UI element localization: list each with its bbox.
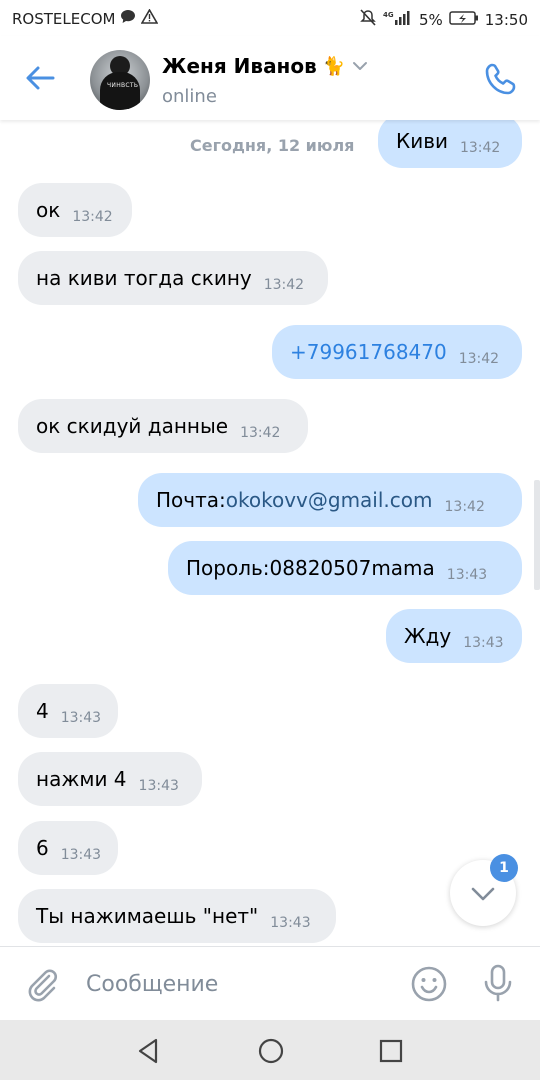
message-text: 4	[36, 699, 49, 723]
battery-percent: 5%	[418, 10, 443, 29]
status-time: 13:50	[484, 10, 528, 29]
message-time: 13:42	[240, 425, 281, 441]
message-time: 13:42	[444, 499, 485, 515]
message-text: 6	[36, 836, 49, 860]
voice-message-button[interactable]	[480, 963, 516, 1003]
nav-home-button[interactable]	[256, 1036, 286, 1066]
contact-emoji: 🐈	[322, 55, 346, 77]
contact-status: online	[162, 86, 217, 107]
message-incoming[interactable]: Ты нажимаешь "нет" 13:43	[18, 889, 336, 943]
chevron-down-icon	[353, 62, 368, 70]
message-text: Пороль:08820507mama	[186, 556, 435, 580]
status-bar-left: ROSTELECOM	[12, 8, 159, 28]
message-text: нажми 4	[36, 767, 127, 791]
nav-recent-button[interactable]	[376, 1036, 406, 1066]
message-time: 13:42	[263, 277, 305, 293]
back-button[interactable]	[22, 60, 58, 96]
paperclip-icon	[28, 969, 57, 1002]
phone-icon	[485, 63, 516, 95]
message-time: 13:43	[60, 710, 102, 726]
status-bar: ROSTELECOM 4G 5% 13:50	[0, 0, 540, 36]
svg-text:4G: 4G	[383, 11, 394, 19]
message-time: 13:42	[458, 351, 500, 367]
nav-recent-icon	[379, 1039, 403, 1063]
system-navigation-bar	[0, 1020, 540, 1080]
message-incoming[interactable]: ок 13:42	[18, 183, 132, 237]
email-link[interactable]: okokovv@gmail.com	[226, 488, 433, 512]
nav-home-icon	[258, 1038, 284, 1064]
message-incoming[interactable]: ок скидуй данные 13:42	[18, 399, 308, 453]
message-time: 13:43	[138, 778, 179, 794]
signal-icon: 4G	[383, 9, 413, 30]
message-incoming[interactable]: 6 13:43	[18, 821, 118, 875]
message-text: Жду	[404, 624, 452, 648]
message-time: 13:43	[463, 635, 504, 651]
message-text: Ты нажимаешь "нет"	[36, 904, 259, 928]
nav-back-button[interactable]	[134, 1036, 164, 1066]
smiley-icon	[411, 966, 447, 1002]
contact-name: Женя Иванов	[162, 54, 317, 78]
nav-back-icon	[138, 1038, 158, 1064]
phone-number-link[interactable]: +79961768470	[290, 340, 447, 364]
avatar-print: ЧИНВСТЬ	[107, 82, 139, 89]
message-incoming[interactable]: 4 13:43	[18, 684, 118, 738]
message-outgoing[interactable]: +79961768470 13:42	[272, 325, 522, 379]
attach-button[interactable]	[22, 963, 62, 1003]
call-button[interactable]	[482, 60, 520, 98]
carrier-name: ROSTELECOM	[12, 9, 116, 28]
chat-bubble-icon	[120, 9, 136, 28]
edge-handle[interactable]	[534, 480, 540, 590]
message-text: Почта:	[156, 488, 226, 512]
message-time: 13:43	[446, 567, 488, 583]
message-outgoing[interactable]: Пороль:08820507mama 13:43	[168, 541, 522, 595]
chat-header: ЧИНВСТЬ Женя Иванов 🐈 online	[0, 36, 540, 120]
message-time: 13:43	[60, 847, 102, 863]
message-composer	[0, 946, 540, 1020]
message-outgoing[interactable]: Жду 13:43	[386, 609, 522, 663]
status-bar-right: 4G 5% 13:50	[359, 9, 528, 30]
warning-icon	[141, 8, 159, 28]
microphone-icon	[484, 964, 512, 1002]
back-arrow-icon	[26, 66, 55, 90]
message-text: ок скидуй данные	[36, 414, 229, 438]
avatar[interactable]: ЧИНВСТЬ	[90, 50, 150, 110]
message-incoming[interactable]: на киви тогда скину 13:42	[18, 251, 328, 305]
message-outgoing[interactable]: Почта: okokovv@gmail.com 13:42	[138, 473, 522, 527]
battery-icon	[449, 10, 479, 30]
message-text: Киви	[396, 129, 448, 153]
message-time: 13:42	[459, 140, 501, 156]
mute-icon	[359, 9, 377, 30]
message-input[interactable]	[86, 965, 386, 1003]
message-text: ок	[36, 198, 61, 222]
message-time: 13:43	[270, 915, 311, 931]
message-time: 13:42	[72, 209, 113, 225]
message-list[interactable]: Сегодня, 12 июля Киви 13:42 ок 13:42 на …	[0, 120, 540, 946]
unread-count-badge: 1	[490, 854, 518, 882]
message-incoming[interactable]: нажми 4 13:43	[18, 752, 202, 806]
message-text: на киви тогда скину	[36, 266, 252, 290]
message-outgoing[interactable]: Киви 13:42	[378, 120, 522, 168]
contact-name-row[interactable]: Женя Иванов 🐈	[162, 54, 369, 78]
date-separator: Сегодня, 12 июля	[190, 136, 355, 155]
emoji-button[interactable]	[410, 965, 448, 1003]
